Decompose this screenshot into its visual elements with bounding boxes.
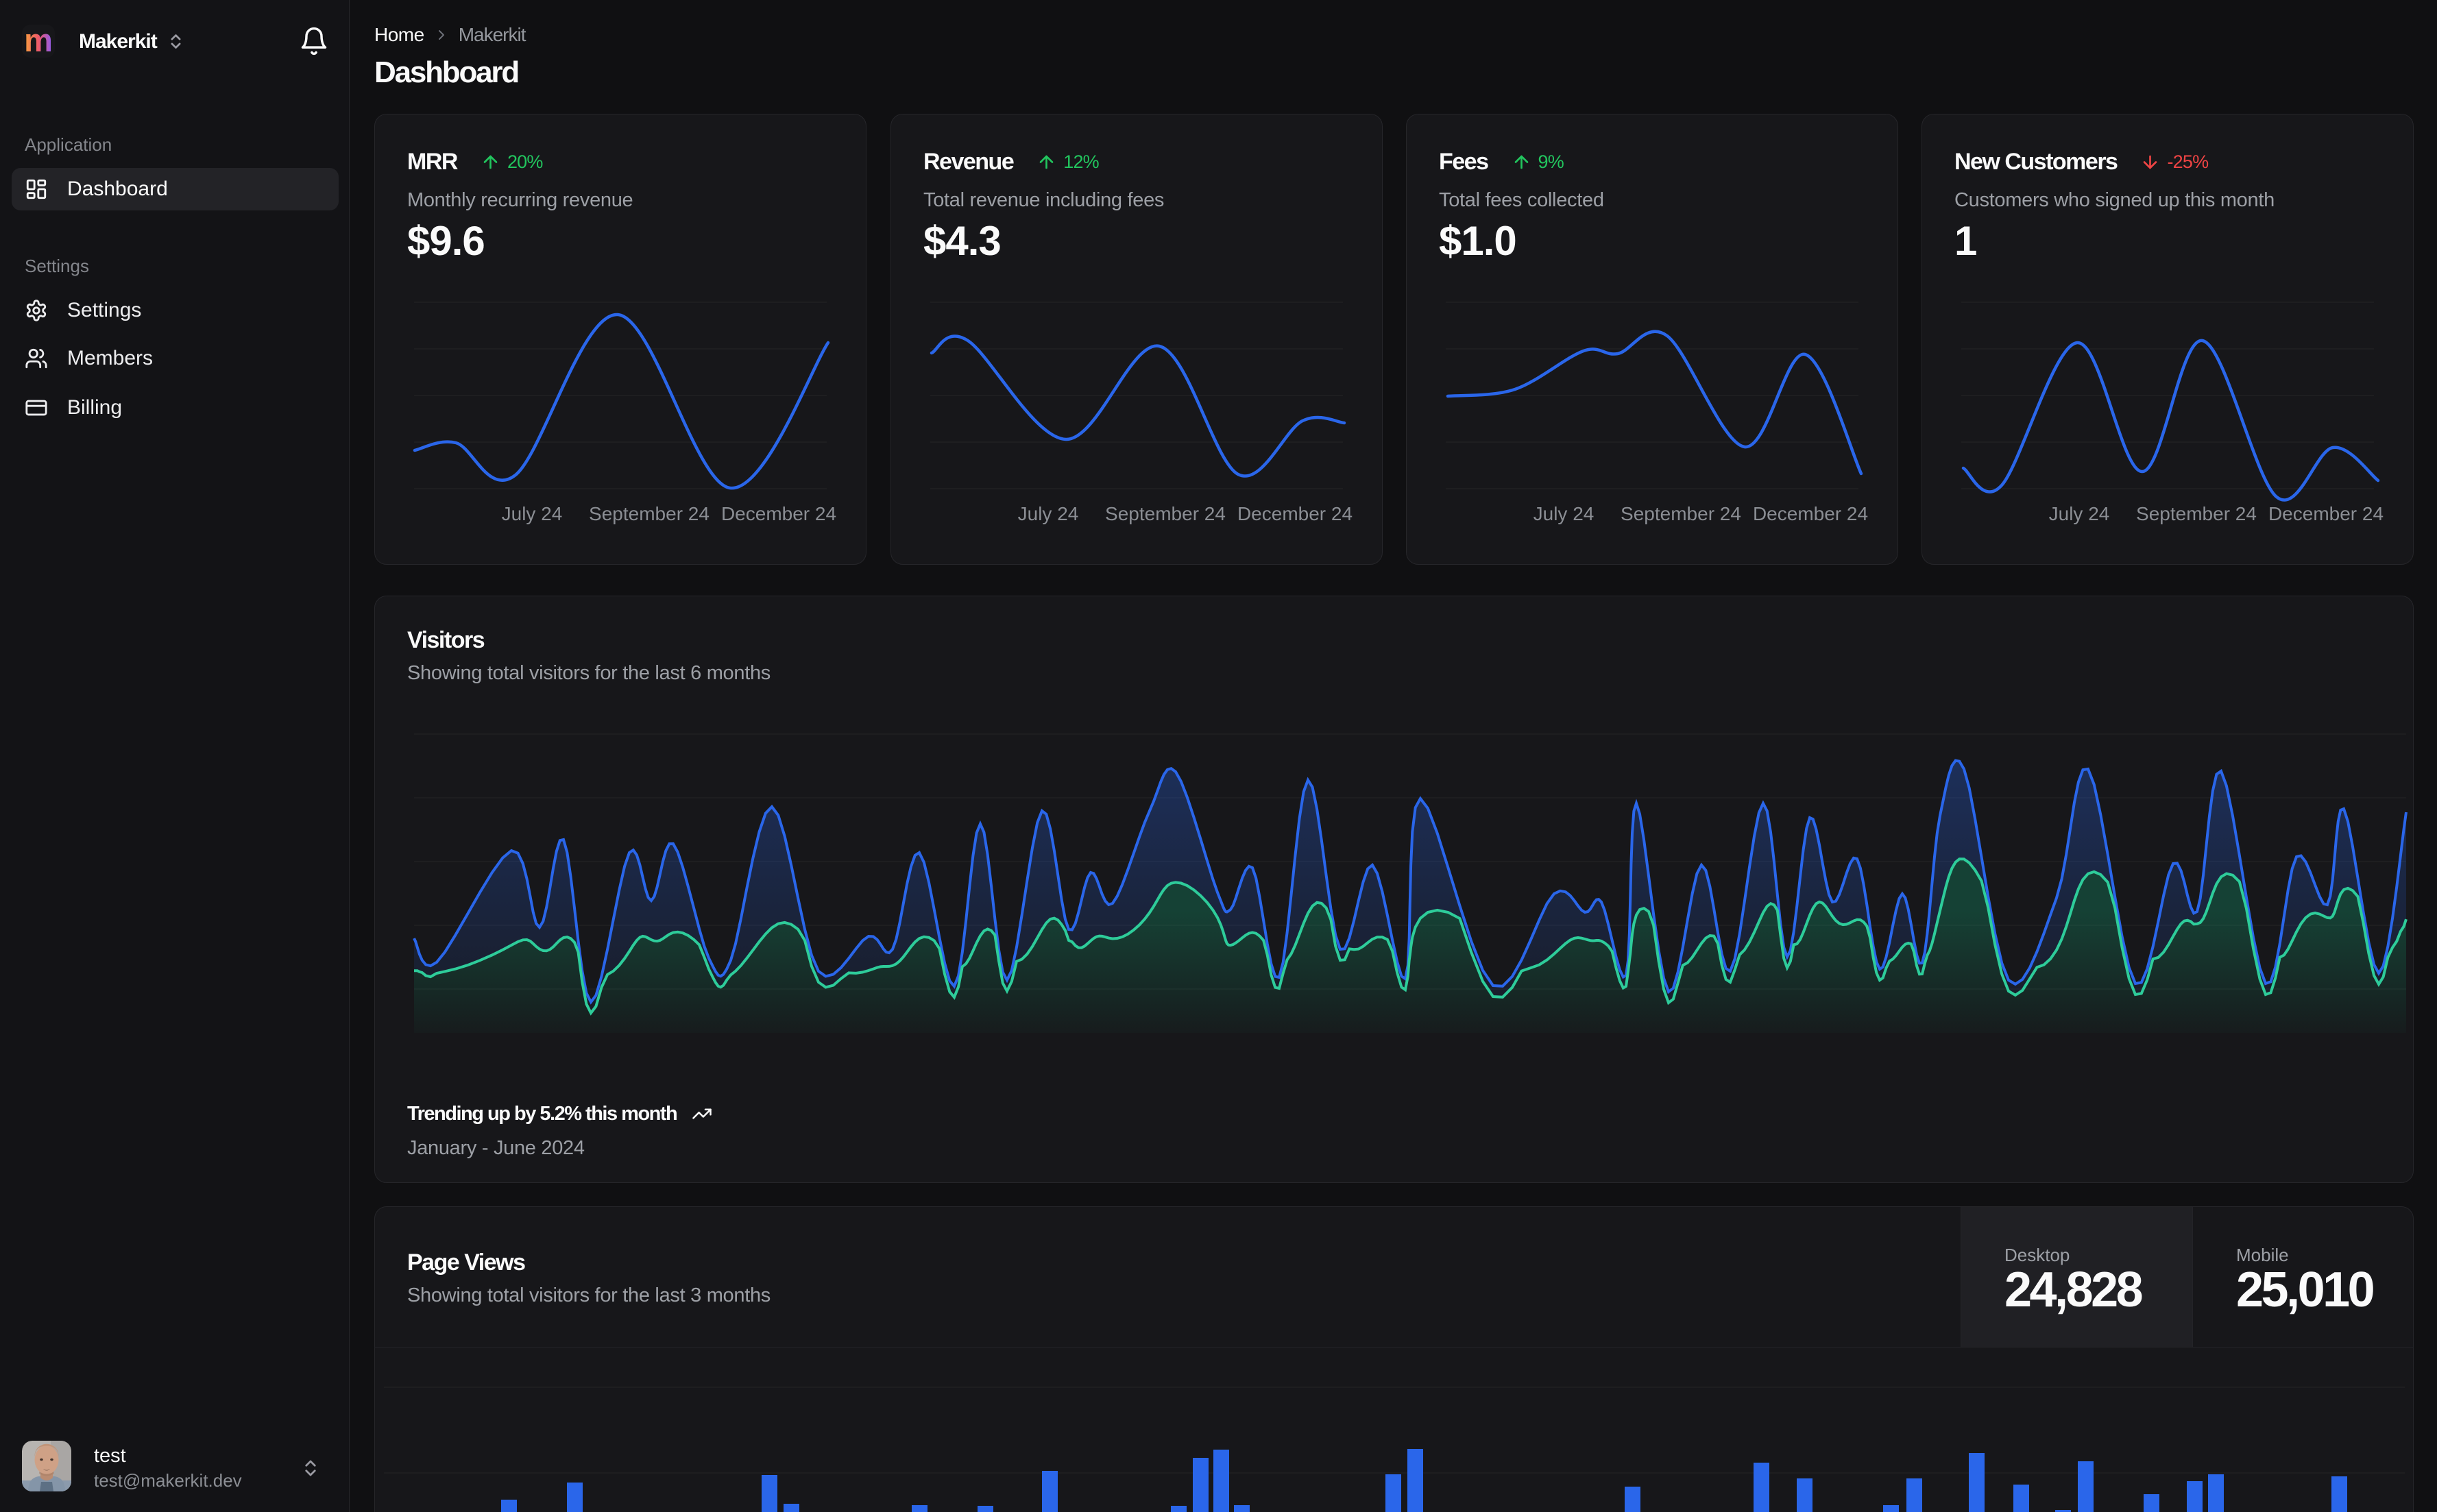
svg-text:m: m <box>24 25 53 58</box>
